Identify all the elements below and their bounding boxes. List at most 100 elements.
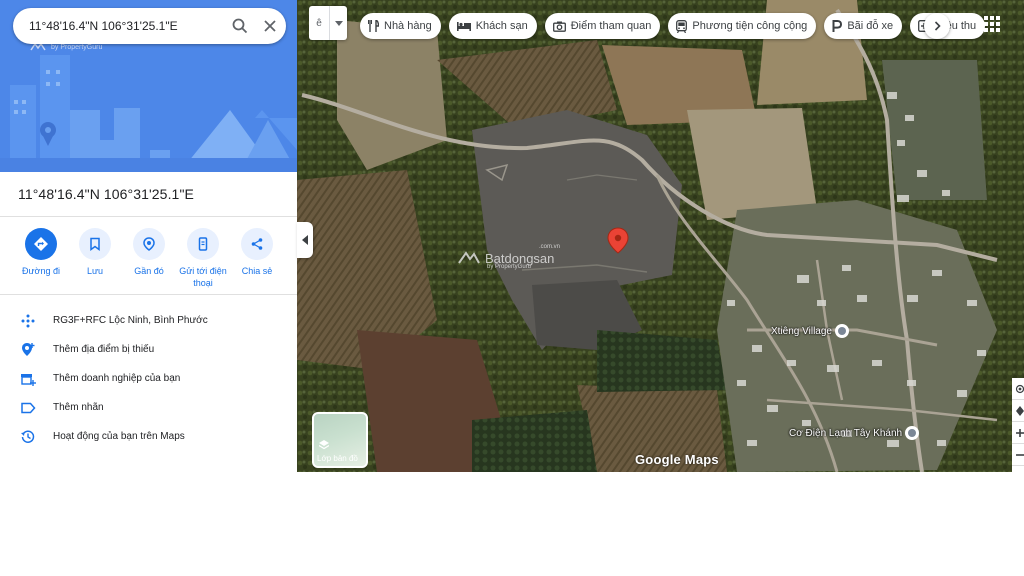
chips-next-button[interactable] <box>924 13 950 39</box>
poi-label: Xtiêng Village <box>771 325 832 337</box>
info-row-add-label[interactable]: Thêm nhãn <box>0 393 297 422</box>
chip-label: Nhà hàng <box>384 20 432 32</box>
nearby-button[interactable]: Gần đó <box>122 228 176 289</box>
camera-icon <box>552 21 566 32</box>
maps-app: by PropertyGuru 11°48'16.4"N 106°31'25.1… <box>0 0 1024 472</box>
map-canvas[interactable]: ê Nhà hàng Khách sạn Điểm tham quan Phươ… <box>297 0 1024 472</box>
history-icon <box>18 427 38 447</box>
language-select[interactable]: ê <box>309 6 347 40</box>
zoom-in-button[interactable] <box>1012 422 1024 444</box>
chevron-left-icon <box>302 235 308 245</box>
transit-icon <box>676 19 688 33</box>
poi-pin-icon <box>834 324 849 338</box>
share-button[interactable]: Chia sẻ <box>230 228 284 289</box>
divider <box>0 294 297 295</box>
chip-attractions[interactable]: Điểm tham quan <box>544 13 661 39</box>
divider <box>0 216 297 217</box>
info-text: Hoạt động của bạn trên Maps <box>53 431 185 442</box>
directions-icon <box>34 237 48 251</box>
save-button[interactable]: Lưu <box>68 228 122 289</box>
chevron-right-icon <box>934 21 941 31</box>
search-input[interactable] <box>29 19 219 33</box>
info-row-add-place[interactable]: Thêm địa điểm bị thiếu <box>0 335 297 364</box>
place-panel: by PropertyGuru 11°48'16.4"N 106°31'25.1… <box>0 0 297 472</box>
share-circle <box>241 228 273 260</box>
poi-label: Cơ Điện Lạnh Tây Khánh <box>789 427 903 439</box>
language-value: ê <box>316 17 322 29</box>
chip-restaurants[interactable]: Nhà hàng <box>360 13 441 39</box>
plus-code-icon <box>18 311 38 331</box>
add-place-icon <box>18 340 38 360</box>
compass-icon <box>1016 405 1024 416</box>
info-text: RG3F+RFC Lộc Ninh, Bình Phước <box>53 315 208 326</box>
directions-circle <box>25 228 57 260</box>
collapse-panel-button[interactable] <box>297 222 313 258</box>
chip-hotels[interactable]: Khách sạn <box>448 13 537 39</box>
page-title: 11°48'16.4"N 106°31'25.1"E <box>18 186 194 202</box>
watermark-text: by PropertyGuru <box>51 43 103 51</box>
action-label: Đường đi <box>22 266 60 276</box>
category-chips: Nhà hàng Khách sạn Điểm tham quan Phương… <box>360 13 986 39</box>
watermark-logo-icon <box>458 251 480 264</box>
chip-parking[interactable]: Bãi đỗ xe <box>824 13 903 39</box>
restaurant-icon <box>368 20 379 32</box>
satellite-imagery <box>297 0 1024 472</box>
poi-xtieng-village[interactable]: Xtiêng Village <box>771 324 849 338</box>
search-button[interactable] <box>225 11 255 41</box>
map-controls <box>1012 378 1024 472</box>
search-box <box>13 8 286 44</box>
compass-button[interactable] <box>1012 400 1024 422</box>
chip-label: Khách sạn <box>475 20 528 32</box>
google-maps-logo: Google Maps <box>635 452 719 467</box>
my-location-button[interactable] <box>1012 378 1024 400</box>
search-icon <box>232 18 248 34</box>
add-business-icon <box>18 369 38 389</box>
action-label: Chia sẻ <box>241 266 273 276</box>
info-list: RG3F+RFC Lộc Ninh, Bình Phước Thêm địa đ… <box>0 306 297 451</box>
watermark-by: by PropertyGuru <box>487 264 532 270</box>
watermark-tld: .com.vn <box>539 244 561 250</box>
action-label: Gửi tới điện thoại <box>179 266 227 288</box>
chip-transit[interactable]: Phương tiện công cộng <box>668 13 817 39</box>
info-text: Thêm doanh nghiệp của bạn <box>53 373 181 384</box>
info-row-activity[interactable]: Hoạt động của bạn trên Maps <box>0 422 297 451</box>
action-label: Gần đó <box>134 266 164 276</box>
bookmark-icon <box>90 237 100 251</box>
info-text: Thêm địa điểm bị thiếu <box>53 344 155 355</box>
layers-icon <box>319 440 329 450</box>
share-icon <box>251 238 263 250</box>
phone-icon <box>198 237 208 251</box>
close-icon <box>264 20 276 32</box>
nearby-icon <box>143 237 155 251</box>
watermark: Batdongsan .com.vn by PropertyGuru <box>457 244 560 270</box>
chevron-down-icon <box>329 6 347 40</box>
save-circle <box>79 228 111 260</box>
apps-grid-icon <box>984 16 1000 32</box>
info-row-add-business[interactable]: Thêm doanh nghiệp của bạn <box>0 364 297 393</box>
plus-icon <box>1016 428 1024 437</box>
poi-co-dien-lanh[interactable]: Cơ Điện Lạnh Tây Khánh <box>789 426 920 440</box>
chip-label: Phương tiện công cộng <box>692 20 808 32</box>
info-row-plus-code[interactable]: RG3F+RFC Lộc Ninh, Bình Phước <box>0 306 297 335</box>
info-text: Thêm nhãn <box>53 402 104 413</box>
my-location-icon <box>1015 384 1024 393</box>
layers-label: Lớp bản đồ <box>317 454 358 463</box>
parking-icon <box>832 20 843 32</box>
poi-pin-icon <box>905 426 920 440</box>
chip-label: Điểm tham quan <box>570 20 652 32</box>
label-icon <box>18 398 38 418</box>
chip-label: Bãi đỗ xe <box>847 20 894 32</box>
directions-button[interactable]: Đường đi <box>14 228 68 289</box>
layers-button[interactable]: Lớp bản đồ <box>312 412 368 468</box>
minus-icon <box>1016 453 1024 456</box>
zoom-out-button[interactable] <box>1012 444 1024 466</box>
action-bar: Đường đi Lưu Gần đó Gửi tới điện thoại C… <box>14 228 284 289</box>
action-label: Lưu <box>86 266 104 276</box>
apps-button[interactable] <box>980 12 1004 36</box>
nearby-circle <box>133 228 165 260</box>
send-to-phone-circle <box>187 228 219 260</box>
hotel-icon <box>456 22 471 31</box>
clear-button[interactable] <box>255 11 285 41</box>
send-to-phone-button[interactable]: Gửi tới điện thoại <box>176 228 230 289</box>
hero-image: by PropertyGuru <box>0 0 297 172</box>
